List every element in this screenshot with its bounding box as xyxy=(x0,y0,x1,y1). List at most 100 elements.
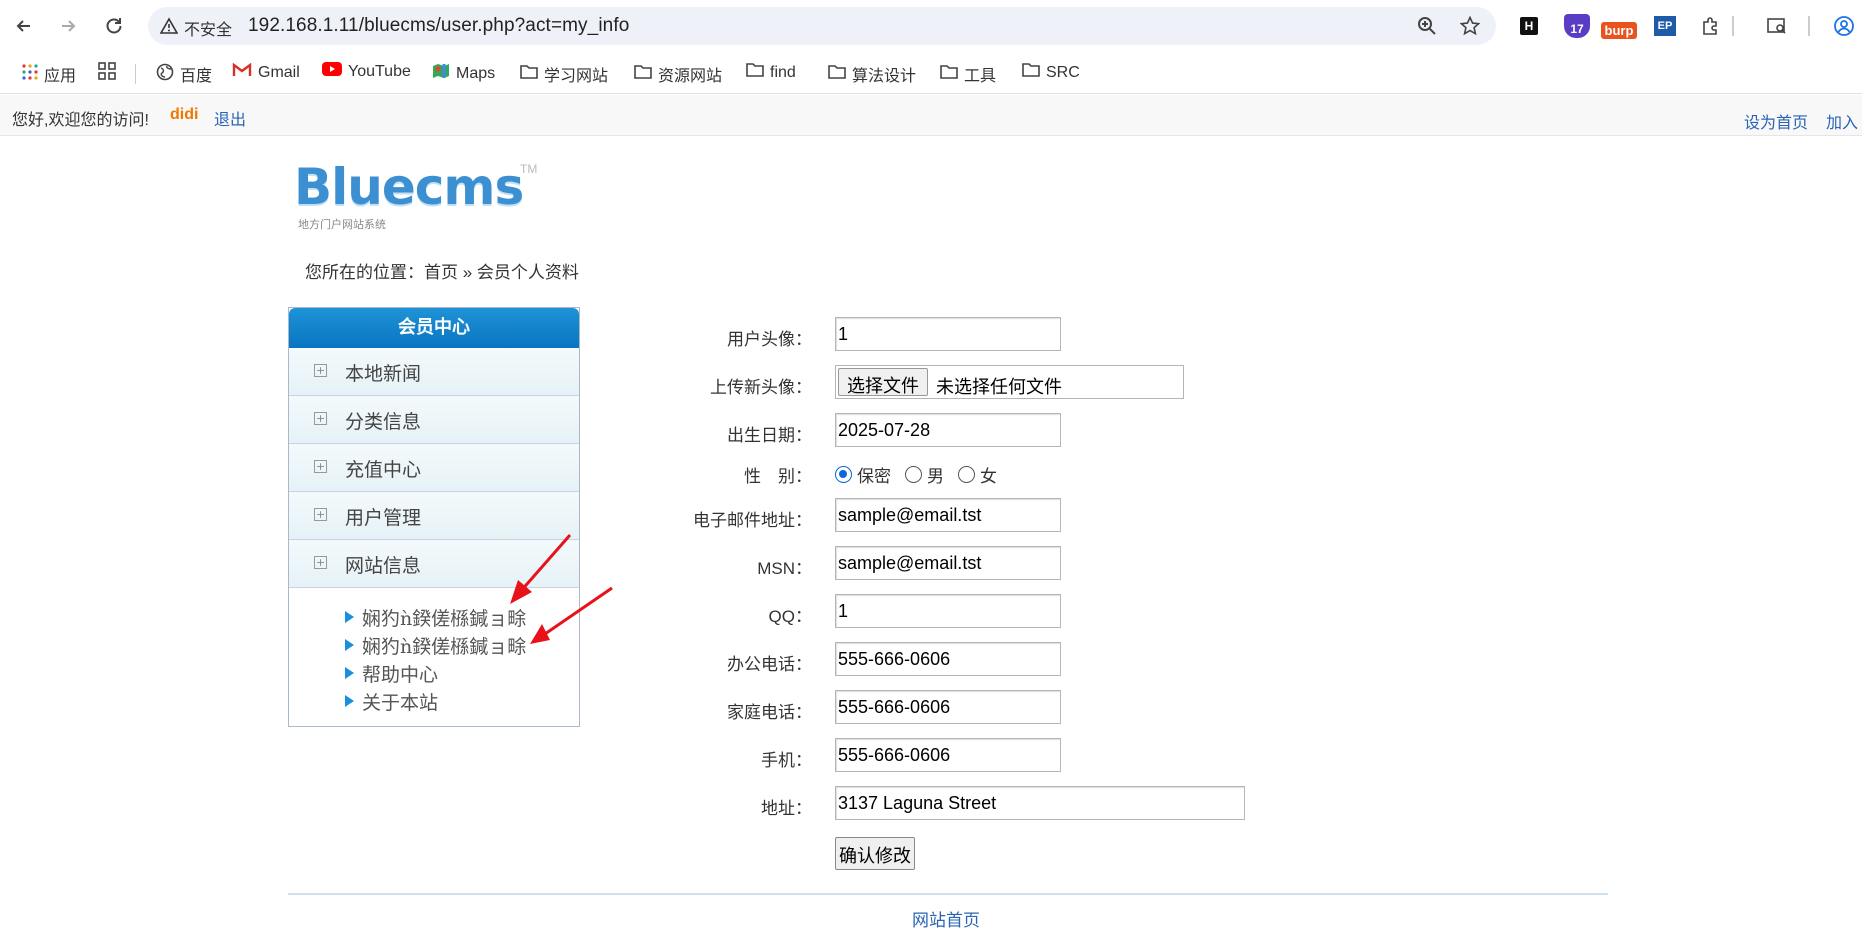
url-text[interactable]: 192.168.1.11/bluecms/user.php?act=my_inf… xyxy=(248,15,629,37)
sidebar-item-recharge[interactable]: + 充值中心 xyxy=(289,444,579,492)
msn-label: MSN： xyxy=(757,559,812,578)
bookmark-star-icon[interactable] xyxy=(1458,14,1482,38)
gmail-icon xyxy=(232,62,252,83)
radio-icon xyxy=(958,466,975,483)
folder-icon xyxy=(634,64,652,85)
birthday-input[interactable] xyxy=(835,413,1061,447)
bookmark-folder-algorithms[interactable]: 算法设计 xyxy=(828,62,916,86)
security-indicator[interactable]: 不安全 xyxy=(159,16,233,40)
bookmark-apps[interactable]: 应用 xyxy=(22,62,76,86)
folder-icon xyxy=(828,64,846,85)
username-link[interactable]: didi xyxy=(170,106,198,124)
breadcrumb: 您所在的位置：首页 » 会员个人资料 xyxy=(305,258,579,283)
home-phone-input[interactable] xyxy=(835,690,1061,724)
back-icon[interactable] xyxy=(8,10,40,42)
home-phone-row: 家庭电话： xyxy=(600,688,1400,728)
gender-label: 性 别： xyxy=(744,467,812,486)
sidebar-item-label: 网站信息 xyxy=(345,555,422,577)
folder-icon xyxy=(520,64,538,85)
bookmark-label: YouTube xyxy=(348,62,411,80)
breadcrumb-separator: » xyxy=(458,263,477,282)
birthday-row: 出生日期： xyxy=(600,411,1400,451)
bookmark-label: SRC xyxy=(1046,63,1080,81)
address-input[interactable] xyxy=(835,786,1245,820)
extension-ep-icon[interactable]: EP xyxy=(1652,12,1678,40)
bookmark-folder-resources[interactable]: 资源网站 xyxy=(634,62,722,86)
avatar-input[interactable] xyxy=(835,317,1061,351)
confirm-edit-button[interactable]: 确认修改 xyxy=(835,837,915,870)
radio-label: 男 xyxy=(927,467,944,486)
office-phone-row: 办公电话： xyxy=(600,640,1400,680)
globe-icon xyxy=(156,63,174,86)
folder-icon xyxy=(940,64,958,85)
sidebar-item-local-news[interactable]: + 本地新闻 xyxy=(289,348,579,396)
extensions-puzzle-icon[interactable] xyxy=(1698,12,1722,40)
radio-label: 女 xyxy=(980,467,997,486)
extension-burp-icon[interactable]: burp xyxy=(1600,12,1638,40)
sublist-item-label: 关于本站 xyxy=(362,691,439,714)
logout-link[interactable]: 退出 xyxy=(214,106,246,130)
set-homepage-link[interactable]: 设为首页 xyxy=(1744,109,1808,133)
sublist-item-label: 帮助中心 xyxy=(362,663,439,686)
bookmark-baidu[interactable]: 百度 xyxy=(156,62,212,86)
bookmark-folder-study[interactable]: 学习网站 xyxy=(520,62,608,86)
extension-17-icon[interactable]: 17 xyxy=(1562,12,1592,40)
bookmarks-bar: 应用 百度 Gmail YouTube Maps 学习网站 资源网站 find … xyxy=(0,52,1862,94)
email-input[interactable] xyxy=(835,498,1061,532)
reading-mode-icon[interactable] xyxy=(1764,12,1790,40)
bookmark-label: find xyxy=(770,63,796,81)
mobile-row: 手机： xyxy=(600,736,1400,776)
email-row: 电子邮件地址： xyxy=(600,496,1400,536)
address-bar[interactable]: 不安全 192.168.1.11/bluecms/user.php?act=my… xyxy=(148,7,1496,45)
footer-home-link[interactable]: 网站首页 xyxy=(912,906,980,931)
youtube-icon xyxy=(322,62,342,81)
gender-row: 性 别： 保密 男 女 xyxy=(600,452,1400,492)
forward-icon[interactable] xyxy=(52,10,84,42)
choose-file-button[interactable]: 选择文件 xyxy=(838,368,928,396)
expand-icon: + xyxy=(314,412,327,425)
bookmark-maps[interactable]: Maps xyxy=(432,62,495,85)
extension-h-icon[interactable]: H xyxy=(1518,12,1540,40)
bullet-arrow-icon xyxy=(345,695,354,707)
sidebar-item-classifieds[interactable]: + 分类信息 xyxy=(289,396,579,444)
gender-option-male[interactable]: 男 xyxy=(905,462,944,487)
mobile-input[interactable] xyxy=(835,738,1061,772)
sidebar-title: 会员中心 xyxy=(289,308,579,348)
bookmark-label: 算法设计 xyxy=(852,68,917,85)
bookmark-divider xyxy=(135,64,136,84)
qq-input[interactable] xyxy=(835,594,1061,628)
msn-row: MSN： xyxy=(600,544,1400,584)
address-row: 地址： xyxy=(600,784,1400,824)
avatar-row: 用户头像： xyxy=(600,315,1400,355)
site-logo[interactable]: Bluecms TM 地方门户网站系统 xyxy=(294,158,544,238)
gender-option-secret[interactable]: 保密 xyxy=(835,462,891,487)
bookmark-gmail[interactable]: Gmail xyxy=(232,62,300,83)
bullet-arrow-icon xyxy=(345,611,354,623)
zoom-icon[interactable] xyxy=(1415,14,1439,38)
office-phone-input[interactable] xyxy=(835,642,1061,676)
footer-divider xyxy=(288,893,1608,895)
bookmark-folder-tools[interactable]: 工具 xyxy=(940,62,996,86)
address-label: 地址： xyxy=(761,799,812,818)
sidebar-item-label: 充值中心 xyxy=(345,459,422,481)
bookmark-grid[interactable] xyxy=(98,62,116,85)
bookmark-label: 应用 xyxy=(44,68,77,85)
sublist-item-help-center[interactable]: 帮助中心 xyxy=(345,659,579,687)
file-input[interactable]: 选择文件 未选择任何文件 xyxy=(835,365,1184,399)
bookmark-folder-find[interactable]: find xyxy=(746,62,796,83)
reload-icon[interactable] xyxy=(98,10,130,42)
bookmark-folder-src[interactable]: SRC xyxy=(1022,62,1080,83)
sublist-item-about-site[interactable]: 关于本站 xyxy=(345,687,579,715)
msn-input[interactable] xyxy=(835,546,1061,580)
breadcrumb-home-link[interactable]: 首页 xyxy=(424,263,458,282)
home-phone-label: 家庭电话： xyxy=(727,703,812,722)
bookmark-label: 百度 xyxy=(180,68,213,85)
add-favorite-link[interactable]: 加入 xyxy=(1826,109,1858,133)
mobile-label: 手机： xyxy=(761,751,812,770)
sidebar-item-label: 本地新闻 xyxy=(345,363,422,385)
gender-option-female[interactable]: 女 xyxy=(958,462,997,487)
bookmark-youtube[interactable]: YouTube xyxy=(322,62,411,81)
expand-icon: + xyxy=(314,556,327,569)
profile-icon[interactable] xyxy=(1832,12,1856,40)
security-label: 不安全 xyxy=(184,22,233,39)
